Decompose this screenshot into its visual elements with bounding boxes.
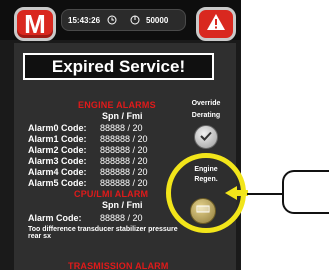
alarm-value: 88888 / 20 (100, 213, 143, 223)
cpu-lmi-alarm-heading: CPU/LMI ALARM (74, 189, 149, 199)
checkmark-icon (200, 128, 212, 146)
alarm-label: Alarm0 Code: (28, 123, 87, 133)
alarm-value: 888888 / 20 (100, 167, 148, 177)
alarm-value: 888888 / 20 (100, 178, 148, 188)
menu-button[interactable]: M (14, 7, 56, 41)
alarm-label: Alarm3 Code: (28, 156, 87, 166)
alarm-label: Alarm5 Code: (28, 178, 87, 188)
regen-label-line1: Engine (194, 166, 218, 173)
alarm-row: Alarm4 Code: 888888 / 20 (28, 167, 188, 177)
alarm-label: Alarm2 Code: (28, 145, 87, 155)
regen-icon (196, 202, 210, 220)
time-display: 15:43:26 (68, 15, 101, 25)
gauge-icon (130, 15, 140, 25)
alarm-value: 88888 / 20 (100, 123, 143, 133)
alarm-button[interactable] (196, 7, 236, 41)
hours-display: 50000 (146, 15, 169, 25)
alarm-label: Alarm1 Code: (28, 134, 87, 144)
alarm-row: Alarm5 Code: 888888 / 20 (28, 178, 188, 188)
override-derating-button[interactable] (194, 125, 218, 149)
page-title: Expired Service! (23, 53, 214, 80)
alarm-description: Too difference transducer stabilizer pre… (28, 226, 178, 240)
alarm-value: 888888 / 20 (100, 156, 148, 166)
override-label-line1: Override (191, 100, 221, 107)
alarm-value: 888888 / 20 (100, 134, 148, 144)
alarm-row: Alarm0 Code: 88888 / 20 (28, 123, 188, 133)
override-label-line2: Derating (191, 112, 221, 119)
alarm-label: Alarm Code: (28, 213, 82, 223)
cpu-alarm-row: Alarm Code: 88888 / 20 (28, 213, 188, 223)
callout-leader-line (247, 193, 285, 195)
alarm-value: 888888 / 20 (100, 145, 148, 155)
engine-spn-fmi-header: Spn / Fmi (102, 111, 143, 121)
engine-regen-button[interactable] (190, 198, 216, 224)
override-derating-label: Override Derating (186, 100, 226, 119)
warning-icon (206, 13, 226, 36)
cpu-spn-fmi-header: Spn / Fmi (102, 200, 143, 210)
alarm-row: Alarm3 Code: 888888 / 20 (28, 156, 188, 166)
alarm-row: Alarm1 Code: 888888 / 20 (28, 134, 188, 144)
menu-letter: M (24, 9, 46, 39)
alarm-row: Alarm2 Code: 888888 / 20 (28, 145, 188, 155)
engine-regen-label: Engine Regen. (176, 166, 236, 183)
callout-box (282, 170, 329, 214)
top-bar: M 15:43:26 50000 (0, 0, 241, 41)
clock-icon (107, 15, 117, 25)
alarm-label: Alarm4 Code: (28, 167, 87, 177)
status-pill: 15:43:26 50000 (61, 9, 186, 31)
regen-label-line2: Regen. (194, 176, 218, 183)
engine-alarms-heading: ENGINE ALARMS (78, 100, 156, 110)
